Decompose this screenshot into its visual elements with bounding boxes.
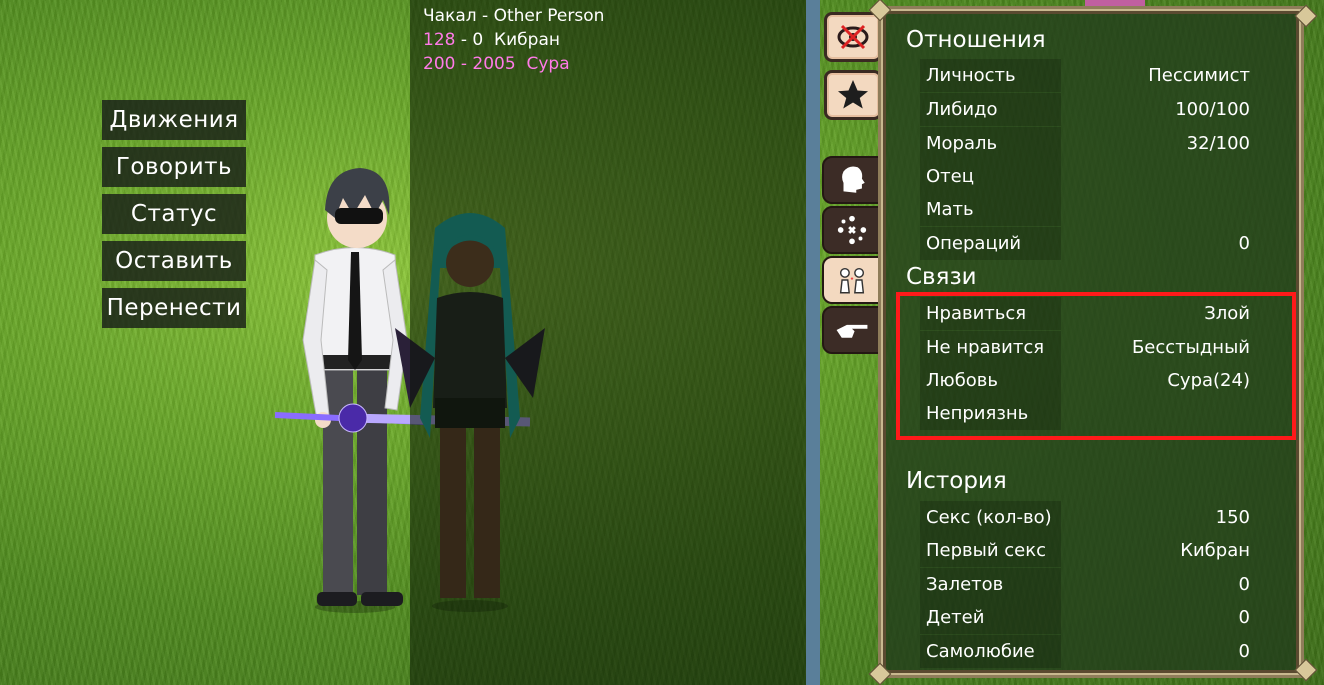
stat-row: Первый секс Кибран	[920, 534, 1250, 567]
links-title: Связи	[906, 264, 977, 290]
stat-label: Мораль	[920, 127, 1061, 160]
stat-row: Личность Пессимист	[920, 59, 1250, 92]
stat-label: Залетов	[920, 568, 1061, 601]
hidden-eye-icon	[837, 24, 869, 50]
tab-skills[interactable]	[822, 206, 882, 254]
info-panel	[410, 0, 806, 685]
status-button[interactable]: Статус	[102, 194, 246, 234]
tab-relations[interactable]	[822, 256, 882, 304]
stat-value: 0	[1238, 574, 1250, 595]
stat-label: Первый секс	[920, 534, 1061, 567]
stat-label: Личность	[920, 59, 1061, 92]
panel-divider	[806, 0, 820, 685]
stat-row: Мать	[920, 193, 1250, 226]
stat-row: Отец	[920, 160, 1250, 193]
stat-value: 0	[1238, 607, 1250, 628]
info-line-2-a: 200	[423, 54, 456, 74]
transfer-button[interactable]: Перенести	[102, 288, 246, 328]
stat-label: Мать	[920, 193, 1061, 226]
talk-button[interactable]: Говорить	[102, 147, 246, 187]
info-line-2-name: Сура	[526, 54, 570, 74]
hidden-eye-button[interactable]	[824, 12, 882, 62]
stat-value: 0	[1238, 641, 1250, 662]
info-line-2: 200 - 2005 Сура	[423, 52, 604, 76]
couple-icon	[839, 267, 865, 294]
stat-label: Детей	[920, 601, 1061, 634]
info-line-2-sep: -	[455, 54, 473, 74]
stat-row: Залетов 0	[920, 568, 1250, 601]
move-button[interactable]: Движения	[102, 100, 246, 140]
tab-actions[interactable]	[822, 306, 882, 354]
stat-label: Самолюбие	[920, 635, 1061, 668]
pointing-hand-icon	[836, 324, 868, 338]
stat-value: Кибран	[1180, 540, 1250, 561]
stat-row: Мораль 32/100	[920, 127, 1250, 160]
tab-profile[interactable]	[822, 156, 882, 204]
stat-value: 100/100	[1175, 99, 1250, 120]
dots-cross-icon	[837, 215, 867, 245]
stat-row: Секс (кол-во) 150	[920, 501, 1250, 534]
history-title: История	[906, 468, 1007, 494]
info-line-1-name: Кибран	[494, 30, 560, 50]
stat-row: Либидо 100/100	[920, 93, 1250, 126]
info-line-1-sep: -	[455, 30, 473, 50]
stat-value: 150	[1215, 507, 1250, 528]
links-highlight-box	[896, 292, 1296, 440]
relations-title: Отношения	[906, 27, 1046, 53]
stat-value: 32/100	[1186, 133, 1250, 154]
leave-button[interactable]: Оставить	[102, 241, 246, 281]
info-line-1: 128 - 0 Кибран	[423, 28, 604, 52]
info-text: Чакал - Other Person 128 - 0 Кибран 200 …	[423, 4, 604, 76]
stat-value: 0	[1238, 233, 1250, 254]
head-profile-icon	[842, 166, 865, 193]
info-line-1-b: 0	[472, 30, 484, 50]
stat-label: Секс (кол-во)	[920, 501, 1061, 534]
info-line-1-a: 128	[423, 30, 456, 50]
info-line-2-b: 2005	[472, 54, 516, 74]
stat-row: Самолюбие 0	[920, 635, 1250, 668]
stat-row: Операций 0	[920, 227, 1250, 260]
stat-label: Либидо	[920, 93, 1061, 126]
action-menu: Движения Говорить Статус Оставить Перене…	[102, 100, 246, 335]
stat-value: Пессимист	[1148, 65, 1250, 86]
stat-label: Операций	[920, 227, 1061, 260]
stat-label: Отец	[920, 160, 1061, 193]
stat-row: Детей 0	[920, 601, 1250, 634]
star-icon	[838, 80, 868, 109]
info-title: Чакал - Other Person	[423, 6, 605, 26]
favorite-button[interactable]	[824, 70, 882, 120]
